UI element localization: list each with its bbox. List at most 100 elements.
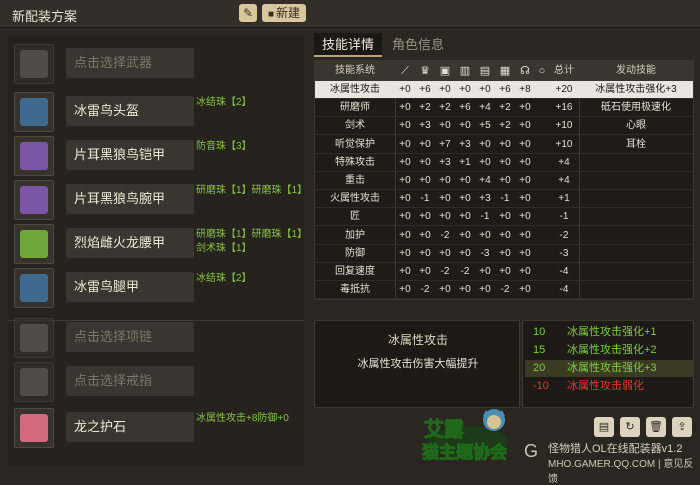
table-row[interactable]: 匠 +0 +0 +0 +0 -1 +0 +0 -1 (315, 208, 693, 227)
skill-detail-panel: 冰属性攻击 冰属性攻击伤害大幅提升 (314, 320, 520, 408)
table-row[interactable]: 火属性攻击 +0 -1 +0 +0 +3 -1 +0 +1 (315, 190, 693, 209)
necklace-icon[interactable] (14, 318, 54, 358)
equipment-slot[interactable]: 点击选择项链 (14, 318, 304, 358)
activated-skill: 心眼 (626, 120, 646, 132)
skill-name: 听觉保护 (335, 138, 375, 150)
activated-skill (579, 227, 693, 245)
weapon-icon: ⟋ (401, 65, 409, 77)
equipment-slot[interactable]: 龙之护石 冰属性攻击+8防御+0 (14, 408, 304, 448)
table-row[interactable]: 重击 +0 +0 +0 +0 +4 +0 +0 +4 (315, 172, 693, 190)
skill-points: -2 (420, 284, 430, 296)
tab-skill-details[interactable]: 技能详情 (314, 33, 383, 57)
equipment-slot[interactable]: 点击选择武器 (14, 44, 304, 84)
skill-points: +0 (399, 284, 411, 296)
table-row[interactable]: 听觉保护 +0 +0 +7 +3 +0 +0 +0 +10 耳栓 (315, 136, 693, 154)
tab-bar: 技能详情 角色信息 (314, 33, 694, 57)
table-row[interactable]: 特殊攻击 +0 +0 +3 +1 +0 +0 +0 +4 (315, 154, 693, 172)
table-row[interactable]: 防御 +0 +0 +0 +0 -3 +0 +0 -3 (315, 245, 693, 263)
legs-icon[interactable] (14, 268, 54, 308)
header-total: 总计 (554, 65, 574, 76)
skill-points: -1 (480, 211, 490, 223)
equipment-name[interactable]: 片耳黑狼鸟腕甲 (66, 184, 194, 214)
table-row[interactable]: 剑术 +0 +3 +0 +0 +5 +2 +0 +10 心眼 (315, 117, 693, 136)
equipment-panel: 点击选择武器 冰雷鸟头盔 冰结珠【2】 片耳黑狼鸟铠甲 防音珠【3】 片耳黑狼鸟腕甲 研磨珠… (8, 36, 307, 466)
pencil-icon: ✎ (242, 6, 254, 20)
refresh-icon[interactable]: ↻ (620, 417, 640, 437)
skill-points: +0 (439, 284, 451, 296)
save-icon[interactable]: ▤ (594, 417, 614, 437)
equipment-name[interactable]: 片耳黑狼鸟铠甲 (66, 140, 194, 170)
skill-points: +0 (399, 138, 411, 150)
activated-skill (579, 281, 693, 299)
equipment-name[interactable]: 点击选择武器 (66, 48, 194, 78)
skill-points: -2 (500, 284, 510, 296)
title-bar: 新配装方案 ✎ ■ 新建 (0, 0, 700, 28)
delete-icon[interactable]: 🗑 (646, 417, 666, 437)
activated-skill: 耳栓 (626, 138, 646, 150)
skill-points: +0 (519, 211, 531, 223)
equipment-name[interactable]: 冰雷鸟腿甲 (66, 272, 194, 302)
activated-skill (579, 172, 693, 190)
skill-points: +0 (419, 138, 431, 150)
skill-points: +0 (419, 156, 431, 168)
new-button[interactable]: ■ 新建 (262, 4, 306, 22)
charm-icon[interactable] (14, 408, 54, 448)
skill-points: +2 (499, 120, 511, 132)
skill-points: +4 (479, 175, 491, 186)
level-points: 10 (533, 326, 546, 338)
plan-title: 新配装方案 (12, 9, 78, 24)
svg-text:猫主题协会: 猫主题协会 (422, 442, 507, 463)
skill-name: 毒抵抗 (340, 284, 370, 296)
equipment-slot[interactable]: 冰雷鸟腿甲 冰结珠【2】 (14, 268, 304, 308)
skill-points: +0 (459, 120, 471, 132)
skill-points: +2 (439, 102, 451, 114)
skill-detail-title: 冰属性攻击 (387, 333, 448, 347)
equipment-slot[interactable]: 片耳黑狼鸟腕甲 研磨珠【1】研磨珠【1】 (14, 180, 307, 220)
skill-points: +0 (399, 247, 411, 259)
skill-total: -3 (559, 247, 569, 259)
table-row[interactable]: 研磨师 +0 +2 +2 +6 +4 +2 +0 +16 砥石使用极速化 (315, 99, 693, 118)
equipment-name[interactable]: 烈焰雌火龙腰甲 (66, 228, 194, 258)
share-icon[interactable]: ⇪ (672, 417, 692, 437)
equipment-slot[interactable]: 点击选择戒指 (14, 362, 304, 402)
weapon-icon[interactable] (14, 44, 54, 84)
skill-level-row: -10 冰属性攻击弱化 (525, 378, 693, 395)
skill-points: +0 (439, 175, 451, 186)
skill-total: +10 (555, 120, 573, 132)
ring-icon[interactable] (14, 362, 54, 402)
skill-name: 火属性攻击 (330, 193, 380, 205)
skill-points: -1 (420, 193, 430, 205)
tab-character-info[interactable]: 角色信息 (384, 33, 452, 57)
skill-points: +0 (399, 266, 411, 277)
helmet-icon[interactable] (14, 92, 54, 132)
table-row[interactable]: 毒抵抗 +0 -2 +0 +0 +0 -2 +0 -4 (315, 281, 693, 300)
skill-points: -2 (460, 266, 470, 277)
skill-name: 匠 (350, 211, 360, 223)
edit-button[interactable]: ✎ (239, 4, 257, 22)
skill-points: +3 (479, 193, 491, 205)
table-row[interactable]: 冰属性攻击 +0 +6 +0 +0 +0 +6 +8 +20 冰属性攻击强化+3 (315, 81, 693, 99)
skill-points: +0 (419, 229, 431, 241)
equipment-slot[interactable]: 冰雷鸟头盔 冰结珠【2】 (14, 92, 304, 132)
equipment-name[interactable]: 点击选择项链 (66, 322, 194, 352)
equipment-slot[interactable]: 烈焰雌火龙腰甲 研磨珠【1】研磨珠【1】剑术珠【1】 (14, 224, 304, 264)
waist-icon[interactable] (14, 224, 54, 264)
chest-icon[interactable] (14, 136, 54, 176)
skill-points: +0 (499, 211, 511, 223)
table-row[interactable]: 回复速度 +0 +0 -2 -2 +0 +0 +0 -4 (315, 263, 693, 281)
skill-points: +7 (439, 138, 451, 150)
skill-points: +0 (399, 84, 411, 95)
equipment-name[interactable]: 点击选择戒指 (66, 366, 194, 396)
equipment-slot[interactable]: 片耳黑狼鸟铠甲 防音珠【3】 (14, 136, 304, 176)
skill-points: +6 (419, 84, 431, 95)
skill-points: +4 (479, 102, 491, 114)
equipment-name[interactable]: 冰雷鸟头盔 (66, 96, 194, 126)
skill-points: +0 (499, 138, 511, 150)
equipment-name[interactable]: 龙之护石 (66, 412, 194, 442)
table-row[interactable]: 加护 +0 +0 -2 +0 +0 +0 +0 -2 (315, 227, 693, 245)
decoration-text: 防音珠【3】 (196, 141, 252, 152)
arm-icon[interactable] (14, 180, 54, 220)
skill-points: +0 (399, 156, 411, 168)
skill-points: +0 (399, 175, 411, 186)
app-link[interactable]: MHO.GAMER.QQ.COM | 意见反馈 (548, 455, 700, 485)
